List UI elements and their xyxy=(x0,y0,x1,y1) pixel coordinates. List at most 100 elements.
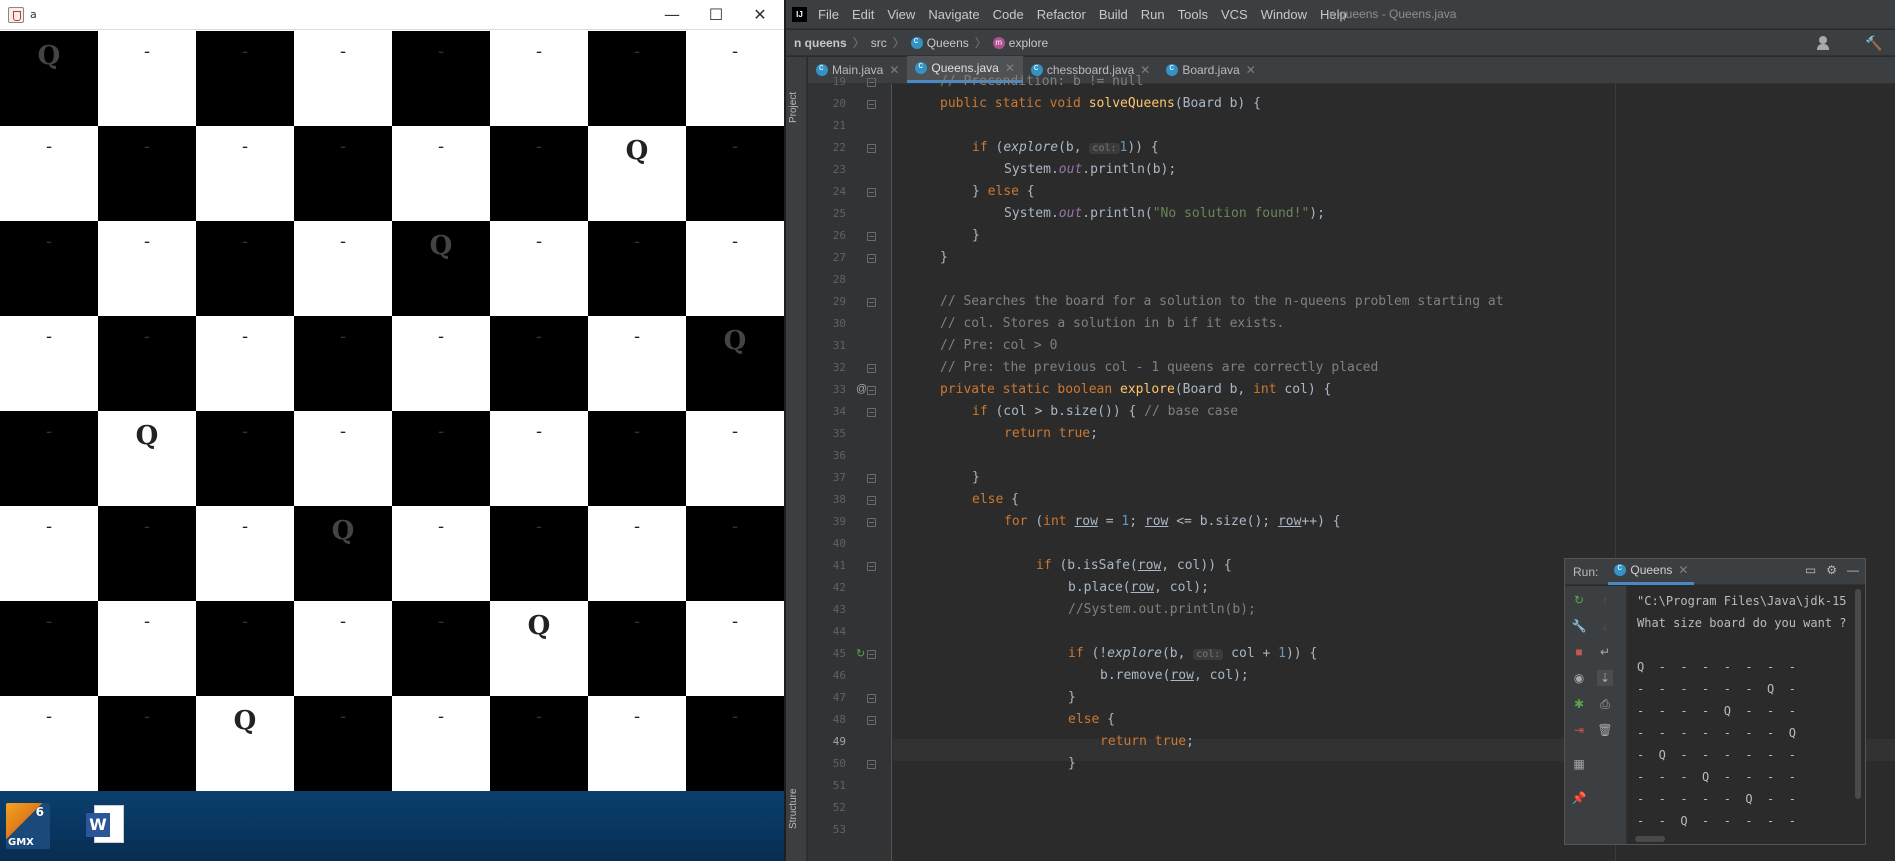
run-header: Run: Queens ✕ ▭ ⚙ — xyxy=(1565,559,1865,585)
menu-item[interactable]: VCS xyxy=(1221,7,1248,22)
breadcrumb-class[interactable]: Queens xyxy=(910,35,969,50)
run-vertical-scrollbar[interactable] xyxy=(1855,589,1861,799)
maximize-icon[interactable]: ☐ xyxy=(694,0,738,30)
fold-marker-icon[interactable] xyxy=(867,496,876,505)
console-line: - - - Q - - - - xyxy=(1637,770,1796,784)
empty-marker: - xyxy=(241,611,249,632)
debug-icon[interactable]: ✱ xyxy=(1571,696,1587,712)
wrench-icon[interactable]: 🔧 xyxy=(1571,618,1587,634)
board-cell: - xyxy=(392,411,490,506)
user-icon[interactable] xyxy=(1817,36,1835,50)
line-number: 20 xyxy=(832,97,846,110)
scroll-to-end-icon[interactable]: ⇣ xyxy=(1597,670,1613,686)
console-line: "C:\Program Files\Java\jdk-15 xyxy=(1637,594,1847,608)
line-number: 40 xyxy=(832,537,846,550)
empty-marker: - xyxy=(45,326,53,347)
empty-marker: - xyxy=(633,611,641,632)
board-cell: - xyxy=(0,126,98,221)
rerun-icon[interactable]: ↻ xyxy=(1571,592,1587,608)
fold-marker-icon[interactable] xyxy=(867,298,876,307)
fold-marker-icon[interactable] xyxy=(867,650,876,659)
gmx-app-icon[interactable]: 6 GMX xyxy=(6,803,50,849)
close-icon[interactable]: ✕ xyxy=(1678,563,1688,577)
fold-marker-icon[interactable] xyxy=(867,518,876,527)
close-icon[interactable]: ✕ xyxy=(738,0,782,30)
menu-item[interactable]: Refactor xyxy=(1037,7,1086,22)
fold-marker-icon[interactable] xyxy=(867,760,876,769)
gear-icon[interactable]: ⚙ xyxy=(1826,563,1837,577)
arrow-up-icon[interactable]: ↑ xyxy=(1597,592,1613,608)
menu-item[interactable]: Window xyxy=(1261,7,1307,22)
recursion-marker-icon[interactable]: ↻ xyxy=(856,647,865,660)
class-icon xyxy=(1614,562,1627,576)
fold-marker-icon[interactable] xyxy=(867,386,876,395)
board-cell: - xyxy=(98,696,196,791)
fold-marker-icon[interactable] xyxy=(867,716,876,725)
fold-marker-icon[interactable] xyxy=(867,408,876,417)
breadcrumb-project[interactable]: n queens xyxy=(794,36,847,50)
queen-piece: Q xyxy=(331,516,355,546)
close-icon[interactable]: ✕ xyxy=(889,63,899,77)
menu-item[interactable]: Run xyxy=(1141,7,1165,22)
code-line-34: if (col > b.size()) { // base case xyxy=(972,404,1239,419)
code-line-39: for (int row = 1; row <= b.size(); row++… xyxy=(1004,514,1341,529)
exit-icon[interactable]: ⇥ xyxy=(1571,722,1587,738)
minimize-icon[interactable]: — xyxy=(650,0,694,30)
close-icon[interactable]: ✕ xyxy=(1246,63,1256,77)
fold-marker-icon[interactable] xyxy=(867,562,876,571)
structure-tool-label[interactable]: Structure xyxy=(788,788,799,829)
breadcrumb-src[interactable]: src xyxy=(871,36,887,50)
empty-marker: - xyxy=(143,516,151,537)
fold-marker-icon[interactable] xyxy=(867,188,876,197)
empty-marker: - xyxy=(241,41,249,62)
camera-icon[interactable]: ◉ xyxy=(1571,670,1587,686)
board-cell: - xyxy=(196,126,294,221)
menu-item[interactable]: File xyxy=(818,7,839,22)
trash-icon[interactable]: 🗑 xyxy=(1597,722,1613,738)
menu-item[interactable]: Navigate xyxy=(928,7,979,22)
menu-item[interactable]: Code xyxy=(993,7,1024,22)
line-number: 35 xyxy=(832,427,846,440)
fold-marker-icon[interactable] xyxy=(867,232,876,241)
breadcrumb-project-label: n queens xyxy=(794,35,847,50)
editor-tab-label: Board.java xyxy=(1182,62,1240,77)
menu-item[interactable]: Edit xyxy=(852,7,874,22)
menu-item[interactable]: Tools xyxy=(1178,7,1208,22)
soft-wrap-icon[interactable]: ↵ xyxy=(1597,644,1613,660)
empty-marker: - xyxy=(241,516,249,537)
word-app-icon[interactable]: W xyxy=(84,803,128,849)
run-tab-queens[interactable]: Queens ✕ xyxy=(1608,559,1695,585)
board-cell: - xyxy=(392,126,490,221)
arrow-down-icon[interactable]: ↓ xyxy=(1597,618,1613,634)
pin-icon[interactable]: 📌 xyxy=(1571,790,1587,806)
board-cell: - xyxy=(196,31,294,126)
project-tool-label[interactable]: Project xyxy=(788,92,799,123)
print-icon[interactable]: ⎙ xyxy=(1597,696,1613,712)
fold-marker-icon[interactable] xyxy=(867,78,876,87)
menu-item[interactable]: Build xyxy=(1099,7,1128,22)
chessboard-window-title: a xyxy=(30,8,37,21)
run-console-output[interactable]: "C:\Program Files\Java\jdk-15 What size b… xyxy=(1629,586,1857,832)
fold-marker-icon[interactable] xyxy=(867,694,876,703)
board-cell: - xyxy=(686,506,784,601)
line-number: 52 xyxy=(832,801,846,814)
line-number: 46 xyxy=(832,669,846,682)
fold-marker-icon[interactable] xyxy=(867,100,876,109)
board-cell: - xyxy=(686,221,784,316)
fold-marker-icon[interactable] xyxy=(867,144,876,153)
layout-icon[interactable]: ▦ xyxy=(1571,756,1587,772)
fold-marker-icon[interactable] xyxy=(867,364,876,373)
run-horizontal-scrollbar[interactable] xyxy=(1635,836,1665,842)
hammer-build-icon[interactable]: 🔨 xyxy=(1865,35,1882,51)
line-number: 29 xyxy=(832,295,846,308)
editor-tab[interactable]: Board.java ✕ xyxy=(1158,56,1263,83)
breadcrumb-method[interactable]: m explore xyxy=(992,36,1048,50)
menu-item[interactable]: View xyxy=(887,7,915,22)
stop-icon[interactable]: ■ xyxy=(1571,644,1587,660)
fold-marker-icon[interactable] xyxy=(867,254,876,263)
hide-panel-icon[interactable]: — xyxy=(1847,563,1859,577)
empty-marker: - xyxy=(535,326,543,347)
fold-marker-icon[interactable] xyxy=(867,474,876,483)
override-marker-icon[interactable]: @ xyxy=(856,383,867,395)
restore-layout-icon[interactable]: ▭ xyxy=(1805,563,1816,577)
